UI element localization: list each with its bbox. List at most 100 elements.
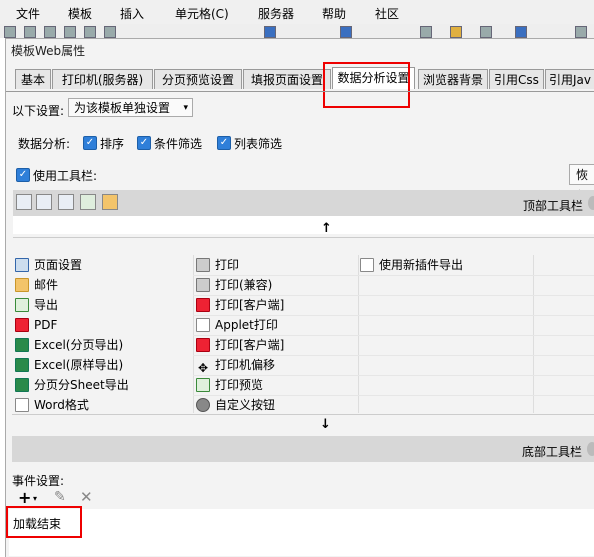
- menu-help[interactable]: 帮助: [322, 5, 346, 22]
- chevron-down-icon[interactable]: ▾: [33, 494, 37, 503]
- tab-ref-css[interactable]: 引用Css: [489, 69, 544, 89]
- email-icon[interactable]: [102, 194, 118, 210]
- toolbar-icon[interactable]: [104, 26, 116, 38]
- menu-cell[interactable]: 单元格(C): [175, 5, 229, 22]
- dialog-title: 模板Web属性: [11, 44, 86, 58]
- btn-print-client[interactable]: 打印[客户端]: [196, 295, 284, 315]
- add-icon[interactable]: +: [18, 488, 31, 507]
- toolbar-icon[interactable]: [450, 26, 462, 38]
- btn-excel-original[interactable]: Excel(原样导出): [15, 355, 123, 375]
- menu-community[interactable]: 社区: [375, 5, 399, 22]
- tab-ref-js[interactable]: 引用Jav: [545, 69, 594, 89]
- event-list: [9, 509, 594, 556]
- toolbar-icon[interactable]: [44, 26, 56, 38]
- btn-excel-paged[interactable]: Excel(分页导出): [15, 335, 123, 355]
- tab-printer-server[interactable]: 打印机(服务器): [52, 69, 153, 89]
- row-divider: [193, 275, 594, 276]
- toolbar-icon[interactable]: [515, 26, 527, 38]
- settings-gear-icon[interactable]: [587, 442, 594, 456]
- grid-bottom-border: [12, 414, 594, 415]
- list-filter-checkbox[interactable]: ✓: [217, 136, 231, 150]
- btn-print-client-2[interactable]: 打印[客户端]: [196, 335, 284, 355]
- sort-checkbox[interactable]: ✓: [83, 136, 97, 150]
- condition-filter-label: 条件筛选: [154, 137, 203, 151]
- arrow-down-icon[interactable]: ↓: [320, 417, 331, 432]
- pdf-print-icon: [196, 338, 210, 352]
- btn-print[interactable]: 打印: [196, 255, 239, 275]
- page-setup-icon: [15, 258, 29, 272]
- close-icon[interactable]: ✕: [80, 488, 93, 506]
- condition-filter-checkbox[interactable]: ✓: [137, 136, 151, 150]
- preview-icon[interactable]: [36, 194, 52, 210]
- btn-page-setup[interactable]: 页面设置: [15, 255, 82, 275]
- menu-template[interactable]: 模板: [68, 5, 92, 22]
- print-icon[interactable]: [58, 194, 74, 210]
- menu-file[interactable]: 文件: [16, 5, 40, 22]
- row-divider: [193, 395, 594, 396]
- word-icon: [360, 258, 374, 272]
- row-divider: [193, 295, 594, 296]
- toolbar-icon[interactable]: [64, 26, 76, 38]
- tab-fill-page[interactable]: 填报页面设置: [243, 69, 331, 89]
- applet-icon: [196, 318, 210, 332]
- btn-word[interactable]: Word格式: [15, 395, 89, 415]
- toolbar-icon[interactable]: [340, 26, 352, 38]
- excel-icon: [15, 338, 29, 352]
- export-icon[interactable]: [80, 194, 96, 210]
- toolbar-icon[interactable]: [420, 26, 432, 38]
- toolbar-icon[interactable]: [4, 26, 16, 38]
- up-arrow-row: [13, 216, 594, 234]
- toolbar-icon[interactable]: [575, 26, 587, 38]
- btn-print-compat[interactable]: 打印(兼容): [196, 275, 272, 295]
- btn-print-preview[interactable]: 打印预览: [196, 375, 263, 395]
- sort-label: 排序: [100, 137, 125, 151]
- row-divider: [193, 375, 594, 376]
- export-icon: [15, 298, 29, 312]
- bottom-toolbar-bar: [12, 436, 594, 462]
- event-item[interactable]: 加载结束: [13, 515, 61, 532]
- toolbar-icon[interactable]: [480, 26, 492, 38]
- edit-icon[interactable]: ✎: [54, 489, 66, 505]
- page-setup-icon[interactable]: [16, 194, 32, 210]
- row-divider: [193, 335, 594, 336]
- event-settings-label: 事件设置:: [12, 474, 65, 488]
- toolbar-icon[interactable]: [84, 26, 96, 38]
- top-toolbar-label: 顶部工具栏: [523, 199, 584, 213]
- top-toolbar-bar: [13, 190, 594, 216]
- btn-printer-offset[interactable]: ✥ 打印机偏移: [196, 355, 275, 375]
- list-filter-label: 列表筛选: [234, 137, 283, 151]
- settings-gear-icon[interactable]: [588, 196, 594, 210]
- tab-browser-bg[interactable]: 浏览器背景: [418, 69, 488, 89]
- btn-export[interactable]: 导出: [15, 295, 58, 315]
- preview-icon: [196, 378, 210, 392]
- menu-server[interactable]: 服务器: [258, 5, 294, 22]
- menu-insert[interactable]: 插入: [120, 5, 144, 22]
- use-toolbar-checkbox[interactable]: ✓: [16, 168, 30, 182]
- settings-select-value: 为该模板单独设置: [74, 101, 171, 115]
- excel-icon: [15, 358, 29, 372]
- tab-page-preview[interactable]: 分页预览设置: [154, 69, 242, 89]
- word-icon: [15, 398, 29, 412]
- toolbar-icon[interactable]: [264, 26, 276, 38]
- tab-basic[interactable]: 基本: [15, 69, 51, 89]
- restore-button[interactable]: 恢复: [569, 164, 594, 203]
- column-divider: [533, 255, 534, 413]
- btn-new-plugin-export[interactable]: 使用新插件导出: [360, 255, 463, 275]
- settings-select[interactable]: 为该模板单独设置 ▾: [68, 98, 193, 117]
- email-icon: [15, 278, 29, 292]
- btn-custom[interactable]: 自定义按钮: [196, 395, 275, 415]
- btn-sheet-export[interactable]: 分页分Sheet导出: [15, 375, 129, 395]
- btn-applet-print[interactable]: Applet打印: [196, 315, 278, 335]
- toolbar-icon[interactable]: [24, 26, 36, 38]
- tab-divider: [6, 91, 594, 92]
- web-attributes-dialog: 模板Web属性 基本 打印机(服务器) 分页预览设置 填报页面设置 数据分析设置…: [5, 38, 594, 557]
- analysis-label: 数据分析:: [18, 137, 71, 151]
- btn-email[interactable]: 邮件: [15, 275, 58, 295]
- app-toolbar: [0, 24, 594, 38]
- tab-data-analysis[interactable]: 数据分析设置: [332, 67, 415, 89]
- bottom-toolbar-label: 底部工具栏: [522, 445, 583, 459]
- column-divider: [193, 255, 194, 413]
- arrow-up-icon[interactable]: ↑: [321, 221, 332, 236]
- btn-pdf[interactable]: PDF: [15, 315, 57, 335]
- gear-icon: [196, 398, 210, 412]
